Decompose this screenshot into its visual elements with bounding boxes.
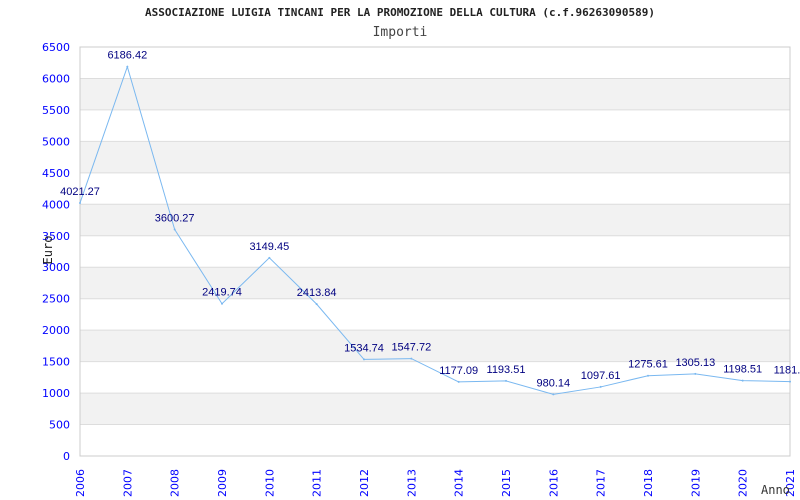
- data-label: 1097.61: [581, 370, 621, 382]
- data-label: 1547.72: [391, 342, 431, 354]
- data-label: 1198.51: [723, 364, 762, 376]
- data-point: [126, 65, 129, 68]
- grid-band: [80, 393, 790, 425]
- grid-band: [80, 78, 790, 110]
- data-point: [410, 357, 413, 360]
- line-chart: 0500100015002000250030003500400045005000…: [41, 41, 800, 497]
- data-point: [363, 358, 365, 361]
- data-point: [457, 380, 460, 383]
- y-tick-label: 4500: [42, 167, 70, 180]
- data-label: 980.14: [537, 377, 571, 389]
- data-point: [599, 385, 602, 388]
- x-tick-label: 2008: [169, 469, 182, 497]
- y-axis-label: Euro: [41, 236, 55, 265]
- data-label: 3149.45: [249, 241, 289, 253]
- data-label: 1193.51: [487, 364, 526, 376]
- data-label: 3600.27: [155, 212, 195, 224]
- x-tick-label: 2015: [500, 469, 513, 497]
- data-point: [789, 380, 791, 383]
- data-point: [647, 374, 649, 377]
- x-tick-label: 2013: [405, 469, 418, 497]
- y-tick-label: 1500: [42, 356, 70, 369]
- data-point: [694, 372, 697, 375]
- data-point: [741, 379, 744, 382]
- x-tick-label: 2011: [311, 469, 324, 497]
- grid-band: [80, 267, 790, 299]
- x-axis-label: Anno: [761, 483, 790, 497]
- y-tick-label: 0: [63, 450, 70, 463]
- y-tick-label: 1000: [42, 387, 70, 400]
- x-tick-label: 2009: [216, 469, 229, 497]
- y-tick-label: 2000: [42, 324, 70, 337]
- data-point: [79, 201, 81, 204]
- x-tick-label: 2014: [453, 469, 466, 497]
- x-tick-label: 2019: [689, 469, 702, 497]
- y-tick-label: 2500: [42, 293, 70, 306]
- data-point: [552, 393, 555, 396]
- grid-band: [80, 141, 790, 173]
- data-label: 4021.27: [60, 186, 100, 198]
- data-label: 6186.42: [107, 50, 147, 62]
- data-label: 2419.74: [202, 287, 242, 299]
- data-label: 2413.84: [297, 287, 337, 299]
- data-point: [315, 303, 318, 306]
- data-point: [173, 228, 176, 231]
- x-tick-label: 2007: [121, 469, 134, 497]
- data-label: 1181.4: [774, 365, 800, 377]
- y-tick-label: 5000: [42, 135, 70, 148]
- y-tick-label: 5500: [42, 104, 70, 117]
- y-tick-label: 6000: [42, 72, 70, 85]
- x-tick-label: 2017: [595, 469, 608, 497]
- x-tick-label: 2010: [263, 469, 276, 497]
- data-point: [221, 302, 223, 305]
- x-tick-label: 2018: [642, 469, 655, 497]
- data-point: [505, 379, 507, 382]
- data-label: 1305.13: [675, 357, 715, 369]
- x-tick-label: 2020: [737, 469, 750, 497]
- data-label: 1275.61: [628, 359, 668, 371]
- y-tick-label: 6500: [42, 41, 70, 54]
- data-label: 1177.09: [439, 365, 478, 377]
- x-tick-label: 2006: [74, 469, 87, 497]
- data-point: [268, 256, 271, 259]
- x-tick-label: 2016: [547, 469, 560, 497]
- y-tick-label: 4000: [42, 198, 70, 211]
- data-label: 1534.74: [344, 342, 384, 354]
- y-tick-label: 500: [49, 419, 70, 432]
- x-tick-label: 2012: [358, 469, 371, 497]
